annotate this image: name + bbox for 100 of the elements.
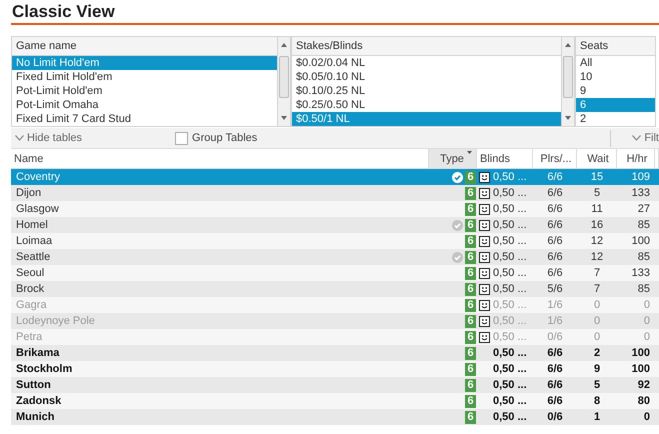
table-cell: 6/6 [533, 233, 577, 249]
scrollbar[interactable] [278, 36, 291, 127]
table-cell: 5 [577, 377, 617, 393]
table-cell[interactable]: Stockholm [11, 361, 429, 377]
list-item[interactable]: $0.10/0.25 NL [292, 84, 561, 98]
list-item[interactable]: Fixed Limit Hold'em [12, 70, 277, 84]
table-cell: 85 [617, 281, 655, 297]
table-cell[interactable]: Sutton [11, 377, 429, 393]
table-cell: 7 [577, 265, 617, 281]
list-item[interactable]: 9 [576, 84, 655, 98]
list-item[interactable]: 10 [576, 70, 655, 84]
chevron-down-icon [632, 135, 642, 141]
table-cell[interactable]: Munich [11, 409, 429, 425]
list-item[interactable]: Pot-Limit Hold'em [12, 84, 277, 98]
table-cell[interactable]: Seattle [11, 249, 429, 265]
seat-count-badge: 6 [465, 202, 476, 216]
table-cell: 6/6 [533, 361, 577, 377]
table-cell: 85 [617, 217, 655, 233]
table-cell: 15 [577, 169, 617, 185]
seat-count-badge: 6 [465, 234, 476, 248]
list-header: Stakes/Blinds [292, 37, 561, 56]
table-cell[interactable]: Homel [11, 217, 429, 233]
table-cell[interactable]: Zadonsk [11, 393, 429, 409]
seat-count-badge: 6 [465, 298, 476, 312]
table-cell-text: 0,50 ... [493, 410, 527, 425]
seat-count-badge: 6 [465, 218, 476, 232]
table-cell: 12 [577, 249, 617, 265]
seat-count-badge: 6 [465, 282, 476, 296]
table-cell: 7 [577, 281, 617, 297]
checkbox[interactable] [175, 132, 188, 144]
list-item[interactable]: Fixed Limit 7 Card Stud [12, 112, 277, 126]
scrollbar[interactable] [562, 36, 575, 127]
list-item[interactable]: $0.02/0.04 NL [292, 56, 561, 70]
table-cell: 11 [577, 201, 617, 217]
seat-count-badge: 6 [465, 346, 476, 360]
table-cell: 16 [577, 217, 617, 233]
table-cell: 6/6 [533, 377, 577, 393]
table-cell-text: 0,50 ... [493, 234, 527, 249]
seat-count-badge: 6 [465, 314, 476, 328]
table-cell-text: 0,50 ... [493, 378, 527, 393]
table-cell[interactable]: Seoul [11, 265, 429, 281]
table-cell: 0/6 [533, 409, 577, 425]
table-cell-text: 0,50 ... [493, 250, 527, 265]
list-item[interactable]: All [576, 56, 655, 70]
table-cell: 0 [577, 313, 617, 329]
table-cell-text: 0,50 ... [493, 266, 527, 281]
table-cell: 0 [617, 297, 655, 313]
seat-count-badge: 6 [465, 250, 476, 264]
table-cell: 9 [577, 361, 617, 377]
table-cell: 0 [577, 329, 617, 345]
table-cell: 2 [577, 345, 617, 361]
table-cell-text: 0,50 ... [493, 362, 527, 377]
table-cell-text: 0,50 ... [493, 314, 527, 329]
checkbox-label[interactable]: Group Tables [192, 130, 258, 146]
table-cell: 27 [617, 201, 655, 217]
list-item[interactable]: $0.25/0.50 NL [292, 98, 561, 112]
table-cell: 6/6 [533, 217, 577, 233]
table-cell-text: 0,50 ... [493, 170, 527, 185]
table-cell: 6/6 [533, 185, 577, 201]
table-cell-text: 0,50 ... [493, 202, 527, 217]
table-cell: 100 [617, 345, 655, 361]
table-cell: 1/6 [533, 313, 577, 329]
table-cell: 8 [577, 393, 617, 409]
table-cell[interactable]: Brock [11, 281, 429, 297]
table-cell: 6/6 [533, 345, 577, 361]
list-item[interactable]: $0.05/0.10 NL [292, 70, 561, 84]
seat-count-badge: 6 [465, 170, 476, 184]
table-cell: 6/6 [533, 201, 577, 217]
table-cell: 6/6 [533, 249, 577, 265]
table-cell-text: 0,50 ... [493, 394, 527, 409]
table-cell[interactable]: Loimaa [11, 233, 429, 249]
table-cell[interactable]: Glasgow [11, 201, 429, 217]
seat-count-badge: 6 [465, 410, 476, 424]
table-cell[interactable]: Brikama [11, 345, 429, 361]
table-cell: 85 [617, 249, 655, 265]
list-header: Game name [12, 37, 277, 56]
table-cell: 0/6 [533, 329, 577, 345]
table-cell: 0 [617, 329, 655, 345]
table-cell-text: 0,50 ... [493, 346, 527, 361]
column-header[interactable]: Type [429, 149, 477, 169]
table-cell: 12 [577, 233, 617, 249]
table-cell: 5/6 [533, 281, 577, 297]
table-cell: 80 [617, 393, 655, 409]
table-cell: 0 [617, 313, 655, 329]
table-cell: 6/6 [533, 393, 577, 409]
table-cell[interactable]: Dijon [11, 185, 429, 201]
table-cell: 133 [617, 185, 655, 201]
seat-count-badge: 6 [465, 186, 476, 200]
table-cell: 0 [617, 409, 655, 425]
filter-button[interactable]: Filt [628, 130, 659, 146]
table-cell: 6/6 [533, 169, 577, 185]
hide-tables-button[interactable]: Hide tables [11, 130, 86, 146]
seat-count-badge: 6 [465, 394, 476, 408]
seat-count-badge: 6 [465, 378, 476, 392]
list-item[interactable]: 2 [576, 112, 655, 126]
list-item[interactable]: Pot-Limit Omaha [12, 98, 277, 112]
table-cell: 1 [577, 409, 617, 425]
table-cell: 5 [577, 185, 617, 201]
table-cell: 109 [617, 169, 655, 185]
list-header: Seats [576, 37, 655, 56]
